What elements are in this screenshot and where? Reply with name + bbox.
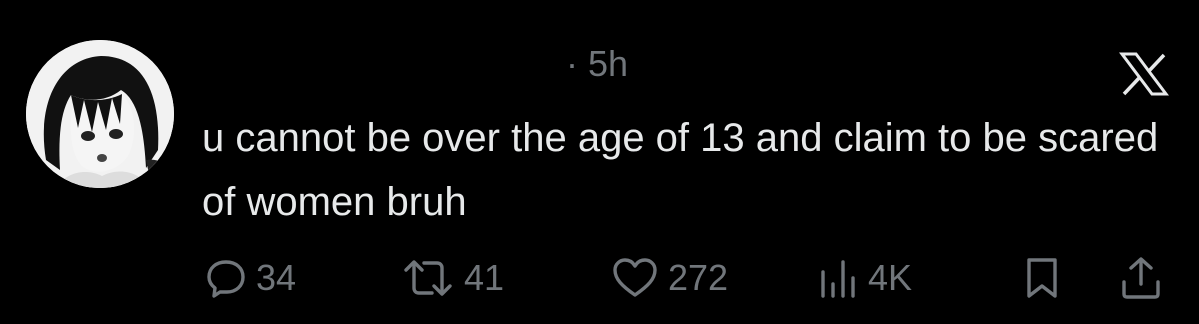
x-logo-icon xyxy=(1118,52,1170,96)
reply-button[interactable]: 34 xyxy=(206,252,296,304)
bookmark-icon xyxy=(1027,258,1057,298)
retweet-button[interactable]: 41 xyxy=(402,252,504,304)
retweet-icon xyxy=(404,260,452,296)
bookmark-button[interactable] xyxy=(1024,252,1060,304)
tweet-text: u cannot be over the age of 13 and claim… xyxy=(202,116,1159,224)
views-chart-icon xyxy=(821,260,855,298)
share-icon xyxy=(1122,257,1160,299)
like-count: 272 xyxy=(668,257,729,298)
views-count: 4K xyxy=(868,257,913,298)
reply-count: 34 xyxy=(256,257,297,298)
heart-icon xyxy=(613,258,657,297)
avatar[interactable] xyxy=(26,40,174,188)
timestamp[interactable]: · 5h xyxy=(566,40,628,88)
avatar-image xyxy=(26,40,174,188)
retweet-count: 41 xyxy=(464,257,505,298)
share-button[interactable] xyxy=(1120,252,1162,304)
reply-icon xyxy=(207,260,245,298)
views-button[interactable]: 4K xyxy=(818,252,912,304)
like-button[interactable]: 272 xyxy=(612,252,728,304)
